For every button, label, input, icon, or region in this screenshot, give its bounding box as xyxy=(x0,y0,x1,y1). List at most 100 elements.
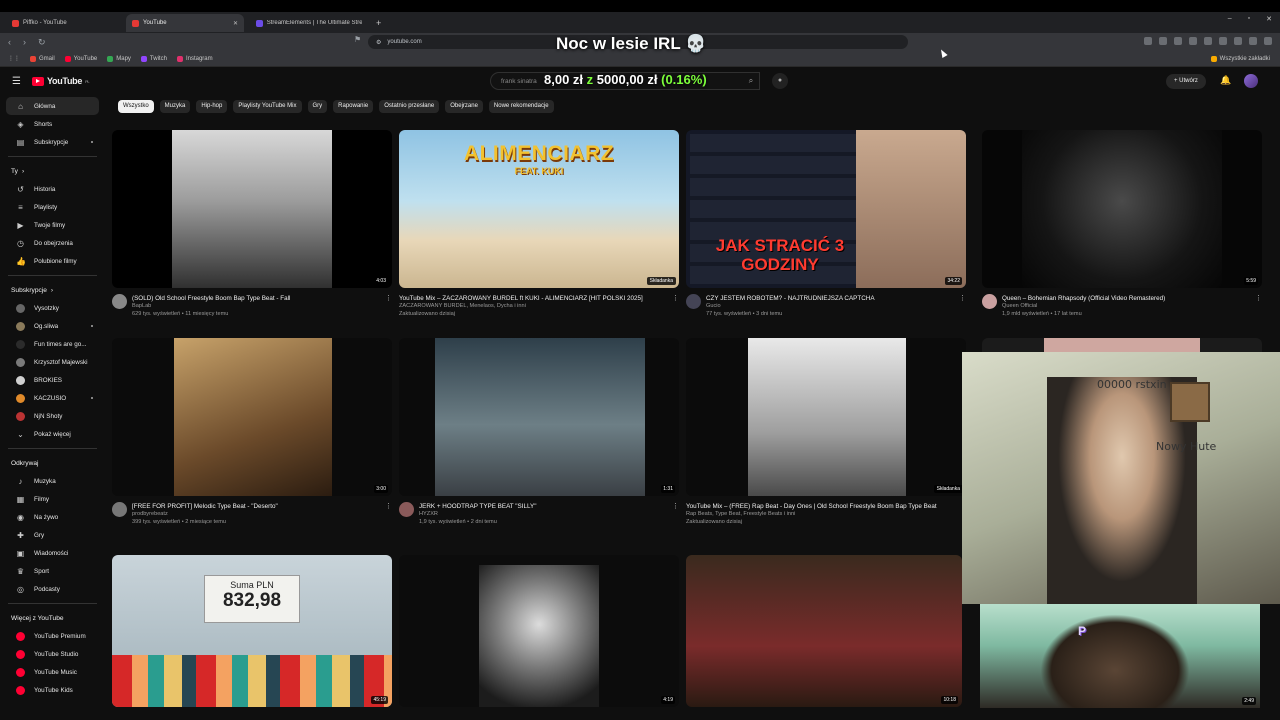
more-options-icon[interactable]: ⋮ xyxy=(672,294,679,302)
video-thumbnail[interactable]: JAK STRACIĆ 3 GODZINY 34:22 xyxy=(686,130,966,288)
sidebar-item-studio[interactable]: YouTube Studio xyxy=(6,645,99,663)
minimize-icon[interactable]: – xyxy=(1228,15,1232,23)
youtube-logo[interactable]: YouTube PL xyxy=(32,76,90,86)
extension-icon[interactable] xyxy=(1159,37,1167,45)
sidebar-sub[interactable]: Fun times are go... xyxy=(6,335,99,353)
video-thumbnail[interactable]: Składanka xyxy=(686,338,966,496)
chip[interactable]: Muzyka xyxy=(159,100,191,113)
video-thumbnail[interactable]: ALIMENCIARZ FEAT. KUKI Składanka xyxy=(399,130,679,288)
sidebar-sub[interactable]: Og.sliwa xyxy=(6,317,99,335)
bookmark-gmail[interactable]: Gmail xyxy=(30,55,55,62)
video-thumbnail-partial[interactable] xyxy=(982,338,1262,352)
chip[interactable]: Nowe rekomendacje xyxy=(488,100,554,113)
video-title[interactable]: JERK + HOODTRAP TYPE BEAT "SILLY" xyxy=(419,502,669,511)
sidebar-item-playlists[interactable]: ≡ Playlisty xyxy=(6,198,99,216)
chip[interactable]: Ostatnio przesłane xyxy=(379,100,440,113)
sidebar-item-live[interactable]: ◉ Na żywo xyxy=(6,508,99,526)
video-thumbnail[interactable]: 10:18 xyxy=(686,555,962,707)
video-title[interactable]: [FREE FOR PROFIT] Melodic Type Beat - "D… xyxy=(132,502,382,511)
chip[interactable]: Gry xyxy=(307,100,328,113)
sidebar-sub[interactable]: NjN Shoty xyxy=(6,407,99,425)
more-options-icon[interactable]: ⋮ xyxy=(959,294,966,302)
search-icon[interactable]: ⌕ xyxy=(740,72,762,90)
sidebar-item-subscriptions[interactable]: ▤ Subskrypcje xyxy=(6,133,99,151)
chip-all[interactable]: Wszystko xyxy=(118,100,154,113)
sidebar-show-more[interactable]: ⌄ Pokaż więcej xyxy=(6,425,99,443)
channel-name[interactable]: Queen Official xyxy=(1002,303,1252,311)
sidebar-sub[interactable]: Vysotzky xyxy=(6,299,99,317)
video-thumbnail[interactable]: 3:00 xyxy=(112,338,392,496)
tab-youtube[interactable]: YouTube ✕ xyxy=(126,14,244,32)
bookmark-instagram[interactable]: Instagram xyxy=(176,55,213,62)
video-thumbnail[interactable]: 4:03 xyxy=(112,130,392,288)
sidebar-item-music-app[interactable]: YouTube Music xyxy=(6,663,99,681)
create-button[interactable]: + Utwórz xyxy=(1166,74,1206,89)
bookmark-twitch[interactable]: Twitch xyxy=(140,55,167,62)
bookmark-mapy[interactable]: Mapy xyxy=(107,55,131,62)
sidebar-item-music[interactable]: ♪ Muzyka xyxy=(6,472,99,490)
extension-icon[interactable] xyxy=(1219,37,1227,45)
sidebar-sub[interactable]: KACZUSIO xyxy=(6,389,99,407)
reload-icon[interactable]: ↻ xyxy=(38,37,46,48)
video-card[interactable]: 5:59 Queen – Bohemian Rhapsody (Official… xyxy=(982,130,1264,318)
extension-icon[interactable] xyxy=(1204,37,1212,45)
close-tab-icon[interactable]: ✕ xyxy=(233,20,238,27)
sidebar-item-home[interactable]: ⌂ Główna xyxy=(6,97,99,115)
section-you[interactable]: Ty › xyxy=(0,162,105,180)
sidebar-item-films[interactable]: ▦ Filmy xyxy=(6,490,99,508)
channel-avatar[interactable] xyxy=(399,502,414,517)
video-thumbnail[interactable]: 1:31 xyxy=(399,338,679,496)
sidebar-item-games[interactable]: ✚ Gry xyxy=(6,526,99,544)
channel-name[interactable]: BapLab xyxy=(132,303,382,311)
video-card[interactable]: 10:18 xyxy=(686,555,968,707)
chip[interactable]: Playlisty YouTube Mix xyxy=(233,100,302,113)
video-title[interactable]: (SOLD) Old School Freestyle Boom Bap Typ… xyxy=(132,294,382,303)
chip[interactable]: Obejrzane xyxy=(445,100,483,113)
extension-icon[interactable] xyxy=(1234,37,1242,45)
more-options-icon[interactable]: ⋮ xyxy=(385,294,392,302)
video-title[interactable]: YouTube Mix – ZACZAROWANY BURDEL ft KUKI… xyxy=(399,294,669,303)
channel-avatar[interactable] xyxy=(112,294,127,309)
sidebar-item-shorts[interactable]: ◈ Shorts xyxy=(6,115,99,133)
bookmark-youtube[interactable]: YouTube xyxy=(64,55,97,62)
channel-name[interactable]: HYZXR xyxy=(419,511,669,519)
site-info-icon[interactable]: ⚙ xyxy=(376,39,381,46)
close-window-icon[interactable]: ✕ xyxy=(1266,15,1272,23)
sidebar-item-watch-later[interactable]: ◷ Do obejrzenia xyxy=(6,234,99,252)
video-card[interactable]: 4:03 (SOLD) Old School Freestyle Boom Ba… xyxy=(112,130,394,318)
maximize-icon[interactable]: ▫ xyxy=(1248,15,1250,23)
sidebar-item-history[interactable]: ↺ Historia xyxy=(6,180,99,198)
sidebar-item-liked[interactable]: 👍 Polubione filmy xyxy=(6,252,99,270)
more-options-icon[interactable]: ⋮ xyxy=(672,502,679,510)
channel-avatar[interactable] xyxy=(982,294,997,309)
apps-grid-icon[interactable]: ⋮⋮ xyxy=(8,55,20,62)
sidebar-item-podcasts[interactable]: ◎ Podcasty xyxy=(6,580,99,598)
section-subscriptions[interactable]: Subskrypcje › xyxy=(0,281,105,299)
sidebar-sub[interactable]: Krzysztof Majewski xyxy=(6,353,99,371)
extension-icon[interactable] xyxy=(1144,37,1152,45)
sidebar-item-sport[interactable]: ♛ Sport xyxy=(6,562,99,580)
sidebar-item-news[interactable]: ▣ Wiadomości xyxy=(6,544,99,562)
more-options-icon[interactable]: ⋮ xyxy=(1255,294,1262,302)
microphone-icon[interactable]: ● xyxy=(772,73,788,89)
back-icon[interactable]: ‹ xyxy=(8,37,11,48)
video-card[interactable]: JAK STRACIĆ 3 GODZINY 34:22 CZY JESTEM R… xyxy=(686,130,968,318)
channel-avatar[interactable] xyxy=(112,502,127,517)
bookmark-icon[interactable]: ⚑ xyxy=(354,35,361,44)
video-thumbnail[interactable]: Suma PLN 832,98 45:19 xyxy=(112,555,392,707)
video-card[interactable]: Składanka YouTube Mix – (FREE) Rap Beat … xyxy=(686,338,968,526)
chip[interactable]: Rapowanie xyxy=(333,100,374,113)
video-card[interactable]: ALIMENCIARZ FEAT. KUKI Składanka YouTube… xyxy=(399,130,681,318)
video-card[interactable]: Suma PLN 832,98 45:19 xyxy=(112,555,394,707)
video-card[interactable]: 3:00 [FREE FOR PROFIT] Melodic Type Beat… xyxy=(112,338,394,526)
video-title[interactable]: Queen – Bohemian Rhapsody (Official Vide… xyxy=(1002,294,1252,303)
sidebar-sub[interactable]: BROKIES xyxy=(6,371,99,389)
tab-streamelements[interactable]: StreamElements | The Ultimate Strea xyxy=(250,14,368,32)
channel-avatar[interactable] xyxy=(686,294,701,309)
menu-icon[interactable] xyxy=(1264,37,1272,45)
channel-name[interactable]: Gucio xyxy=(706,303,956,311)
hamburger-menu-icon[interactable]: ☰ xyxy=(12,76,21,87)
forward-icon[interactable]: › xyxy=(23,37,26,48)
video-card[interactable]: 1:31 JERK + HOODTRAP TYPE BEAT "SILLY" H… xyxy=(399,338,681,526)
video-title[interactable]: CZY JESTEM ROBOTEM? - NAJTRUDNIEJSZA CAP… xyxy=(706,294,956,303)
